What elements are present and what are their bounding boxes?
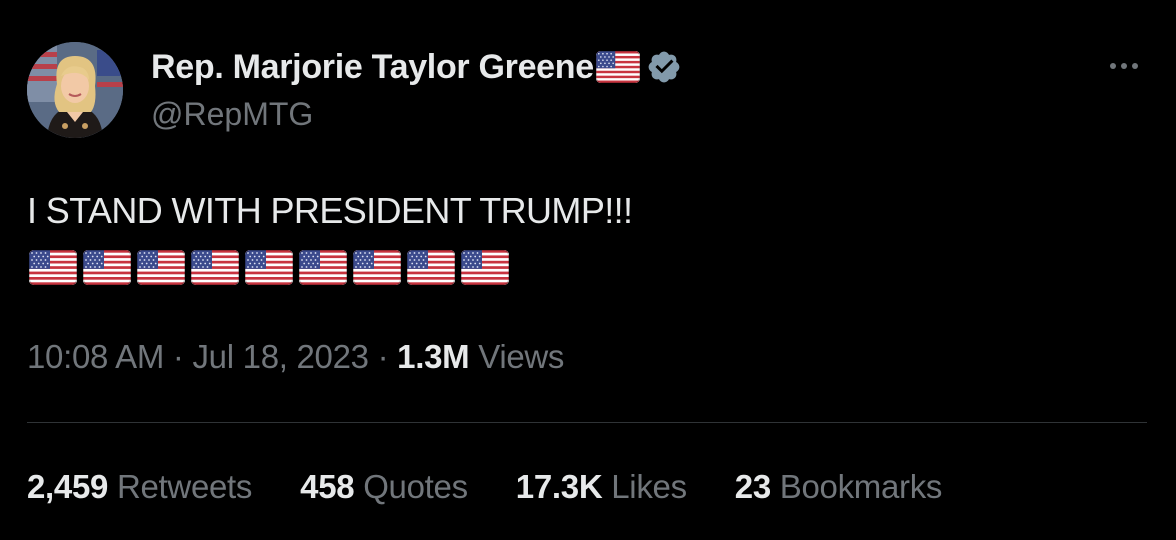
views-count: 1.3M [397,338,470,375]
views-label: Views [478,338,565,375]
more-horizontal-icon-dot [1121,63,1127,69]
avatar[interactable] [27,42,123,138]
likes-label: Likes [611,468,687,505]
us-flag-icon [83,250,131,285]
us-flag-icon [596,51,640,83]
more-horizontal-icon [1110,63,1116,69]
us-flag-icon [461,250,509,285]
engagement-stats: 2,459 Retweets 458 Quotes 17.3K Likes 23… [27,468,942,506]
bookmarks-label: Bookmarks [779,468,943,505]
tweet-meta: 10:08 AM · Jul 18, 2023 · 1.3M Views [27,338,564,376]
retweets-count: 2,459 [27,468,109,505]
quotes-count: 458 [300,468,355,505]
likes-count: 17.3K [515,468,603,505]
meta-separator: · [172,338,184,375]
bookmarks-stat[interactable]: 23 Bookmarks [734,468,943,506]
us-flag-icon [191,250,239,285]
tweet-time[interactable]: 10:08 AM [27,338,164,375]
avatar-image [27,42,123,138]
more-horizontal-icon-dot [1132,63,1138,69]
us-flag-icon [137,250,185,285]
retweets-label: Retweets [116,468,253,505]
display-name[interactable]: Rep. Marjorie Taylor Greene [151,48,594,87]
meta-separator: · [377,338,389,375]
tweet-card: Rep. Marjorie Taylor Greene @RepMTG I ST… [0,0,1176,540]
retweets-stat[interactable]: 2,459 Retweets [27,468,252,506]
us-flag-icon [407,250,455,285]
us-flag-icon [299,250,347,285]
tweet-flag-emojis [29,250,509,285]
verified-badge-icon[interactable] [646,49,682,85]
likes-stat[interactable]: 17.3K Likes [516,468,687,506]
tweet-date[interactable]: Jul 18, 2023 [192,338,369,375]
tweet-text: I STAND WITH PRESIDENT TRUMP!!! [27,190,633,231]
divider [27,422,1147,423]
bookmarks-count: 23 [734,468,771,505]
author-name-row[interactable]: Rep. Marjorie Taylor Greene [151,45,682,89]
us-flag-icon [245,250,293,285]
author-handle[interactable]: @RepMTG [151,96,313,133]
quotes-stat[interactable]: 458 Quotes [300,468,468,506]
us-flag-icon [29,250,77,285]
more-options-button[interactable] [1102,52,1146,80]
quotes-label: Quotes [363,468,468,505]
us-flag-icon [353,250,401,285]
